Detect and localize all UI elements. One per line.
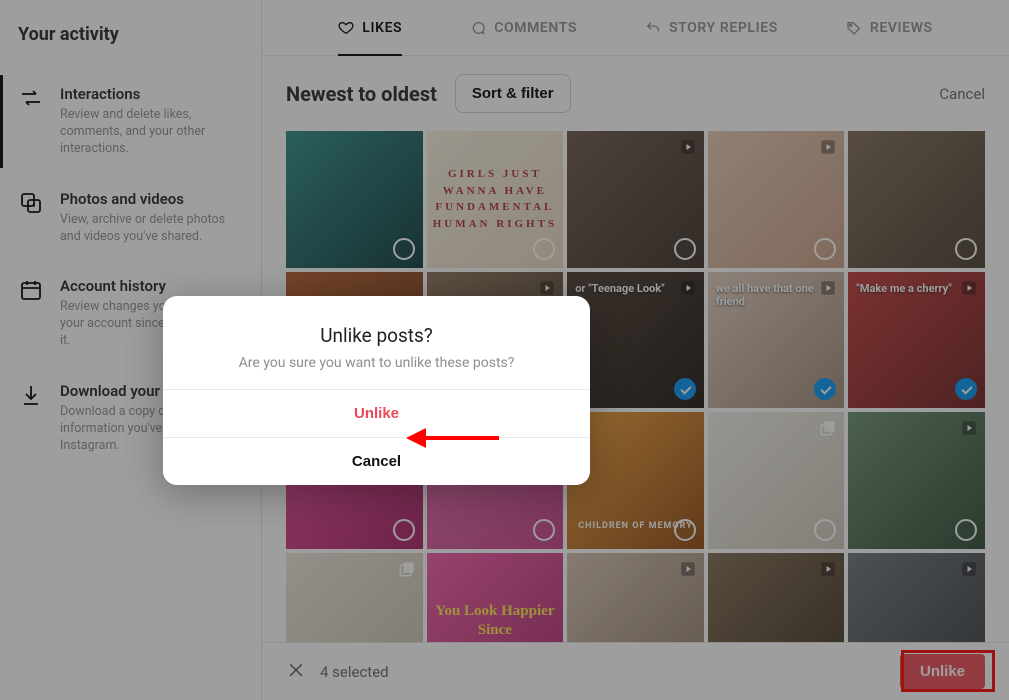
dialog-subtitle: Are you sure you want to unlike these po… [187,355,566,371]
dialog-cancel-button[interactable]: Cancel [163,437,590,485]
dialog-confirm-unlike-button[interactable]: Unlike [163,389,590,437]
unlike-confirm-dialog: Unlike posts? Are you sure you want to u… [163,296,590,485]
dialog-title: Unlike posts? [187,324,566,347]
